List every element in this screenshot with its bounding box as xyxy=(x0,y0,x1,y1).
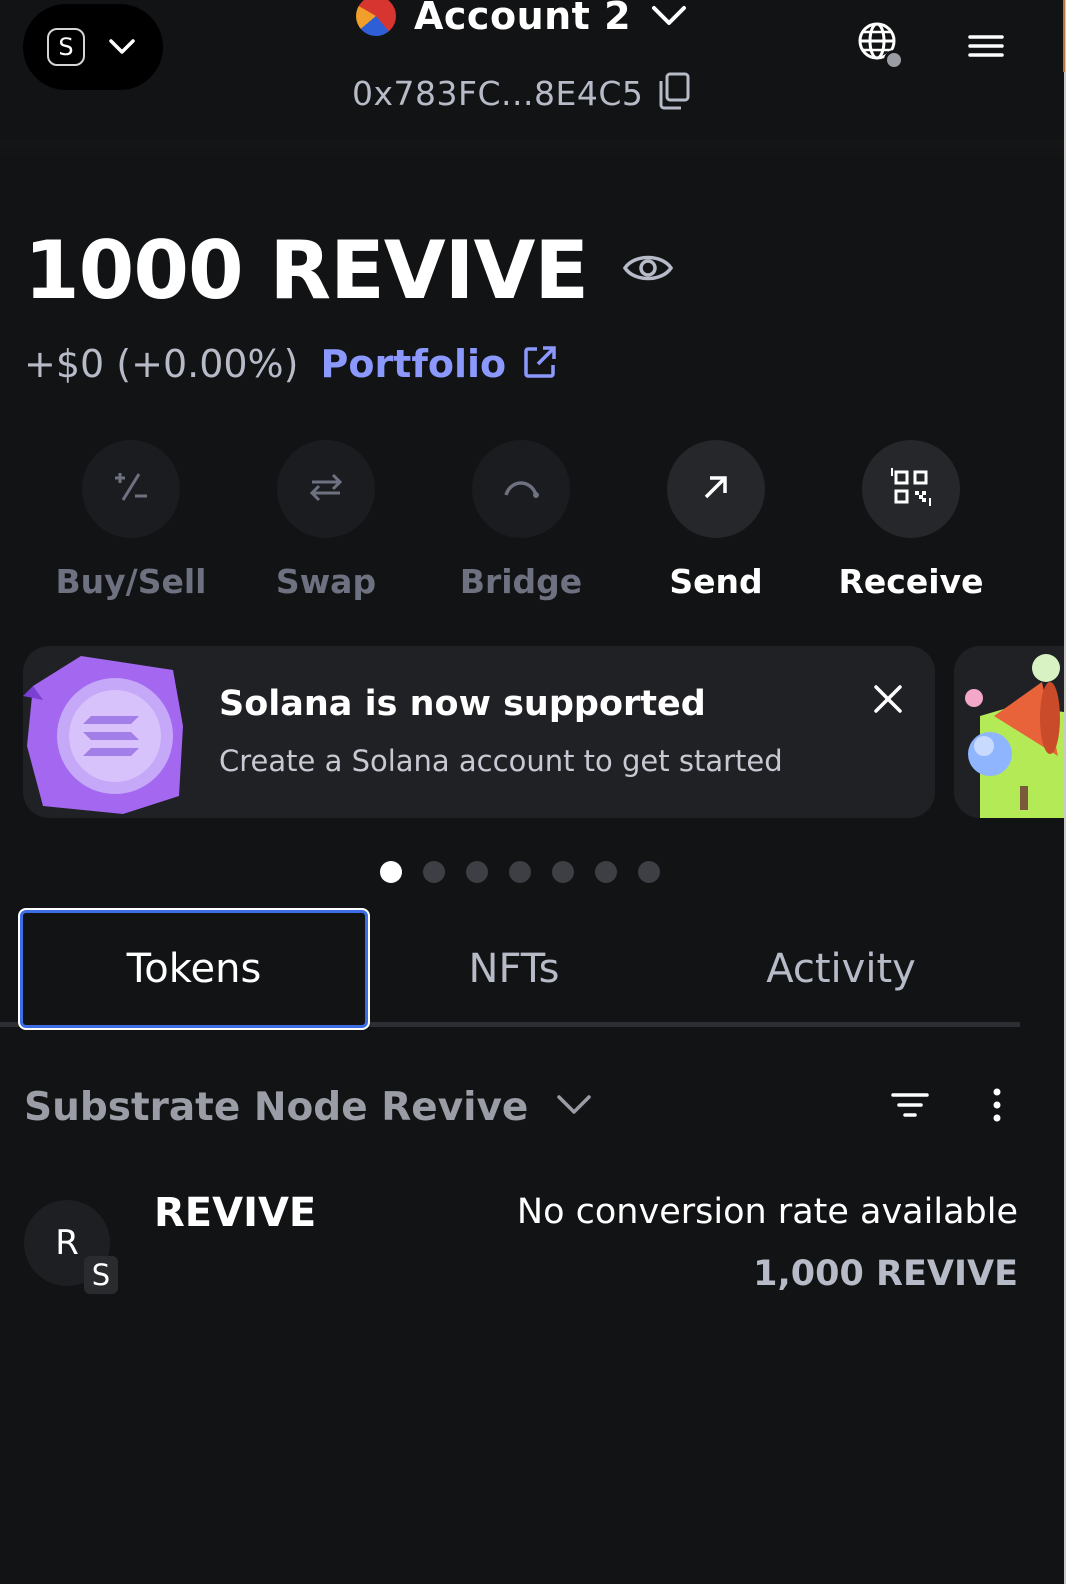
chevron-down-icon xyxy=(649,3,689,29)
header-divider xyxy=(0,140,1064,160)
filter-icon[interactable] xyxy=(890,1090,930,1120)
bridge-icon xyxy=(501,475,541,503)
window-edge-border xyxy=(1064,0,1066,1584)
window-edge-accent xyxy=(1063,0,1065,72)
receive-button[interactable]: Receive xyxy=(814,440,1008,610)
network-filter-dropdown[interactable]: Substrate Node Revive xyxy=(24,1080,594,1134)
hamburger-menu-icon xyxy=(964,35,1008,68)
receive-circle xyxy=(862,440,960,538)
more-vertical-icon[interactable] xyxy=(986,1086,1008,1124)
megaphone-icon xyxy=(954,654,1064,818)
account-address: 0x783FC...8E4C5 xyxy=(352,73,644,113)
address-copy-button[interactable]: 0x783FC...8E4C5 xyxy=(352,70,691,116)
carousel-dot[interactable] xyxy=(466,861,488,883)
portfolio-link[interactable]: Portfolio xyxy=(320,342,558,386)
tab-nfts[interactable]: NFTs xyxy=(368,910,660,1028)
account-picker[interactable]: Account 2 xyxy=(356,0,689,46)
announcement-card[interactable]: Solana is now supported Create a Solana … xyxy=(23,646,935,818)
eye-icon[interactable] xyxy=(622,250,674,290)
balance-section: 1000 REVIVE xyxy=(24,222,674,318)
buy-sell-label: Buy/Sell xyxy=(55,562,207,601)
carousel-dot[interactable] xyxy=(638,861,660,883)
network-filter-label: Substrate Node Revive xyxy=(24,1084,529,1130)
carousel-dot[interactable] xyxy=(380,861,402,883)
token-conversion-rate: No conversion rate available xyxy=(516,1192,1018,1232)
account-name: Account 2 xyxy=(414,0,632,38)
announcement-subtitle: Create a Solana account to get started xyxy=(219,744,783,778)
swap-button[interactable]: Swap xyxy=(229,440,423,610)
send-label: Send xyxy=(669,562,763,601)
buy-sell-button[interactable]: Buy/Sell xyxy=(34,440,228,610)
qr-code-icon xyxy=(891,467,931,511)
balance-change-row: +$0 (+0.00%) Portfolio xyxy=(24,338,558,390)
balance-change: +$0 (+0.00%) xyxy=(24,342,299,386)
swap-circle xyxy=(277,440,375,538)
action-bar: Buy/Sell Swap Bridge Send Receive xyxy=(34,440,1004,610)
token-name: REVIVE xyxy=(154,1190,317,1236)
token-network-badge: S xyxy=(84,1256,118,1294)
bridge-label: Bridge xyxy=(459,562,583,601)
token-amount: 1,000 REVIVE xyxy=(753,1254,1018,1294)
send-circle xyxy=(667,440,765,538)
carousel-indicator xyxy=(380,860,660,884)
asset-tabs: Tokens NFTs Activity xyxy=(18,910,1020,1030)
send-button[interactable]: Send xyxy=(619,440,813,610)
chevron-down-icon xyxy=(107,37,137,57)
network-avatar: S xyxy=(47,28,85,66)
buy-sell-circle xyxy=(82,440,180,538)
connection-status-dot xyxy=(884,50,904,70)
plus-minus-icon xyxy=(111,470,151,508)
carousel-dot[interactable] xyxy=(552,861,574,883)
receive-label: Receive xyxy=(838,562,984,601)
balance-amount: 1000 REVIVE xyxy=(24,223,589,317)
chevron-down-icon xyxy=(554,1092,594,1122)
header: S Account 2 0x783FC...8E4C5 xyxy=(0,0,1064,148)
carousel-dot[interactable] xyxy=(509,861,531,883)
copy-icon xyxy=(657,72,691,114)
token-list-item[interactable]: R S REVIVE No conversion rate available … xyxy=(0,1180,1064,1310)
network-picker[interactable]: S xyxy=(23,4,163,90)
announcement-title: Solana is now supported xyxy=(219,684,706,724)
bridge-button[interactable]: Bridge xyxy=(424,440,618,610)
solana-coin-icon xyxy=(23,656,213,816)
close-icon[interactable] xyxy=(871,682,905,716)
wallet-app: S Account 2 0x783FC...8E4C5 1000 REVIVE … xyxy=(0,0,1064,1584)
bridge-circle xyxy=(472,440,570,538)
account-avatar xyxy=(356,0,396,36)
tab-tokens[interactable]: Tokens xyxy=(20,910,368,1028)
next-announcement-card[interactable] xyxy=(954,646,1064,818)
external-link-icon xyxy=(522,344,558,384)
connections-button[interactable] xyxy=(856,20,908,72)
tab-activity[interactable]: Activity xyxy=(678,910,1004,1028)
carousel-dot[interactable] xyxy=(595,861,617,883)
swap-label: Swap xyxy=(275,562,377,601)
carousel-dot[interactable] xyxy=(423,861,445,883)
portfolio-label: Portfolio xyxy=(320,342,507,386)
arrow-up-right-icon xyxy=(701,472,731,506)
swap-arrows-icon xyxy=(306,472,346,506)
menu-button[interactable] xyxy=(964,28,1008,64)
